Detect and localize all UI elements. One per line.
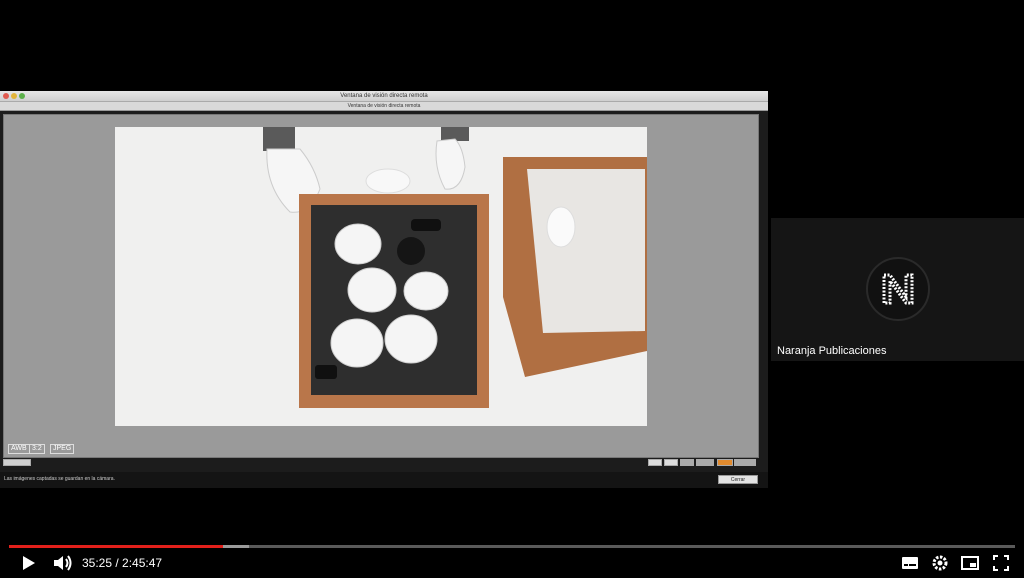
format-indicator: JPEG	[50, 444, 75, 454]
paper-ball	[384, 314, 438, 364]
miniplayer-button[interactable]	[960, 553, 980, 573]
fullscreen-icon	[993, 555, 1009, 571]
play-button[interactable]	[18, 553, 38, 573]
rotate-left-button[interactable]	[648, 459, 662, 466]
live-view-image	[115, 127, 647, 426]
toolbar-button[interactable]	[680, 459, 694, 466]
window-titlebar: Ventana de visión directa remota	[0, 91, 768, 102]
live-view-panel: AWB 3:2 JPEG	[3, 114, 759, 458]
channel-card[interactable]: Naranja Publicaciones	[771, 218, 1024, 361]
paper-ball	[347, 267, 397, 313]
window-title: Ventana de visión directa remota	[340, 93, 428, 99]
subtitles-button[interactable]	[900, 553, 920, 573]
window-subtitle-bar: Ventana de visión directa remota	[0, 102, 768, 111]
subtitles-icon	[902, 557, 918, 569]
close-button[interactable]: Cerrar	[718, 475, 758, 484]
window-toolbar	[3, 458, 757, 468]
status-message: Las imágenes captadas se guardan en la c…	[4, 476, 115, 482]
progress-bar[interactable]	[9, 545, 1015, 548]
toolbar-button[interactable]	[696, 459, 714, 466]
channel-name[interactable]: Naranja Publicaciones	[777, 345, 886, 357]
awb-indicator: AWB	[8, 444, 30, 454]
camera-scene	[115, 127, 647, 426]
channel-avatar[interactable]	[866, 257, 930, 321]
paper-ball	[403, 271, 449, 311]
toolbar-left-button[interactable]	[3, 459, 31, 466]
played-bar	[9, 545, 224, 548]
settings-button[interactable]	[930, 553, 950, 573]
remote-live-view-window: Ventana de visión directa remota Ventana…	[0, 91, 768, 488]
play-icon	[23, 556, 35, 570]
time-display: 35:25 / 2:45:47	[82, 556, 163, 570]
window-subtitle: Ventana de visión directa remota	[347, 103, 421, 109]
rotate-right-button[interactable]	[664, 459, 678, 466]
paper-ball-loose	[365, 168, 411, 194]
fullscreen-button[interactable]	[991, 553, 1011, 573]
left-sleeve	[263, 127, 295, 151]
aspect-indicator: 3:2	[29, 444, 45, 454]
settings-icon	[932, 555, 948, 571]
window-status-bar: Las imágenes captadas se guardan en la c…	[0, 472, 768, 488]
video-player[interactable]: Ventana de visión directa remota Ventana…	[0, 0, 768, 577]
n-logo-icon	[882, 273, 914, 305]
volume-icon	[54, 555, 72, 571]
toolbar-button[interactable]	[734, 459, 756, 466]
miniplayer-icon	[961, 556, 979, 570]
paper-ball	[330, 318, 384, 368]
paper-ball	[334, 223, 382, 265]
zoom-button[interactable]	[717, 459, 733, 466]
volume-button[interactable]	[52, 553, 74, 573]
